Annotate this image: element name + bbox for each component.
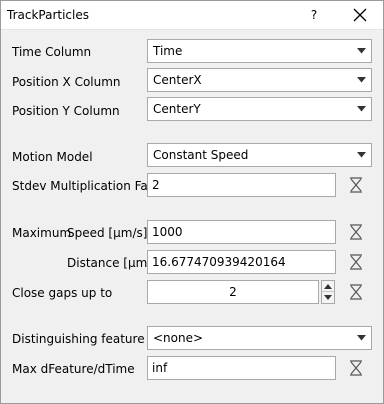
chevron-down-icon [353, 144, 371, 166]
max-speed-label: Speed [µm/s] [67, 226, 148, 240]
chevron-down-icon [353, 40, 371, 62]
reset-default-icon[interactable] [347, 223, 365, 241]
distinguishing-feature-select[interactable]: <none> [147, 326, 372, 350]
max-distance-input[interactable]: 16.677470939420164 [147, 250, 336, 274]
stdev-factor-value: 2 [152, 178, 160, 192]
distinguishing-feature-label: Distinguishing feature [12, 332, 145, 346]
time-column-value: Time [153, 44, 183, 58]
reset-default-icon[interactable] [347, 176, 365, 194]
close-gaps-value: 2 [229, 285, 237, 299]
title-bar: TrackParticles ? [1, 1, 383, 30]
position-x-column-label: Position X Column [12, 75, 121, 89]
window-title: TrackParticles [7, 8, 89, 22]
chevron-down-icon [353, 98, 371, 120]
position-y-column-value: CenterY [153, 102, 201, 116]
distinguishing-feature-value: <none> [153, 331, 204, 345]
position-x-column-select[interactable]: CenterX [147, 68, 372, 92]
position-y-column-select[interactable]: CenterY [147, 97, 372, 121]
stepper-up-button[interactable] [322, 281, 334, 292]
max-dfeature-value: inf [152, 361, 168, 375]
max-dfeature-input[interactable]: inf [147, 356, 336, 380]
close-icon [353, 8, 367, 22]
track-particles-dialog: TrackParticles ? Time Column Time Positi… [0, 0, 384, 404]
help-button[interactable]: ? [303, 5, 325, 25]
motion-model-select[interactable]: Constant Speed [147, 143, 372, 167]
chevron-down-icon [353, 69, 371, 91]
motion-model-label: Motion Model [12, 150, 93, 164]
stepper-down-button[interactable] [322, 292, 334, 303]
reset-default-icon[interactable] [347, 253, 365, 271]
stdev-factor-input[interactable]: 2 [147, 173, 336, 197]
position-y-column-label: Position Y Column [12, 104, 120, 118]
max-speed-input[interactable]: 1000 [147, 220, 336, 244]
reset-default-icon[interactable] [347, 359, 365, 377]
max-dfeature-label: Max dFeature/dTime [12, 362, 135, 376]
max-speed-value: 1000 [152, 225, 183, 239]
maximum-label: Maximum [12, 226, 72, 240]
close-gaps-spinbox[interactable]: 2 [147, 280, 319, 304]
max-distance-label: Distance [µm] [67, 256, 152, 270]
time-column-select[interactable]: Time [147, 39, 372, 63]
close-button[interactable] [345, 4, 375, 26]
close-gaps-stepper[interactable] [321, 280, 335, 304]
chevron-down-icon [353, 327, 371, 349]
motion-model-value: Constant Speed [153, 148, 249, 162]
position-x-column-value: CenterX [153, 73, 202, 87]
max-distance-value: 16.677470939420164 [152, 255, 286, 269]
close-gaps-label: Close gaps up to [12, 286, 113, 300]
time-column-label: Time Column [12, 45, 92, 59]
reset-default-icon[interactable] [347, 283, 365, 301]
